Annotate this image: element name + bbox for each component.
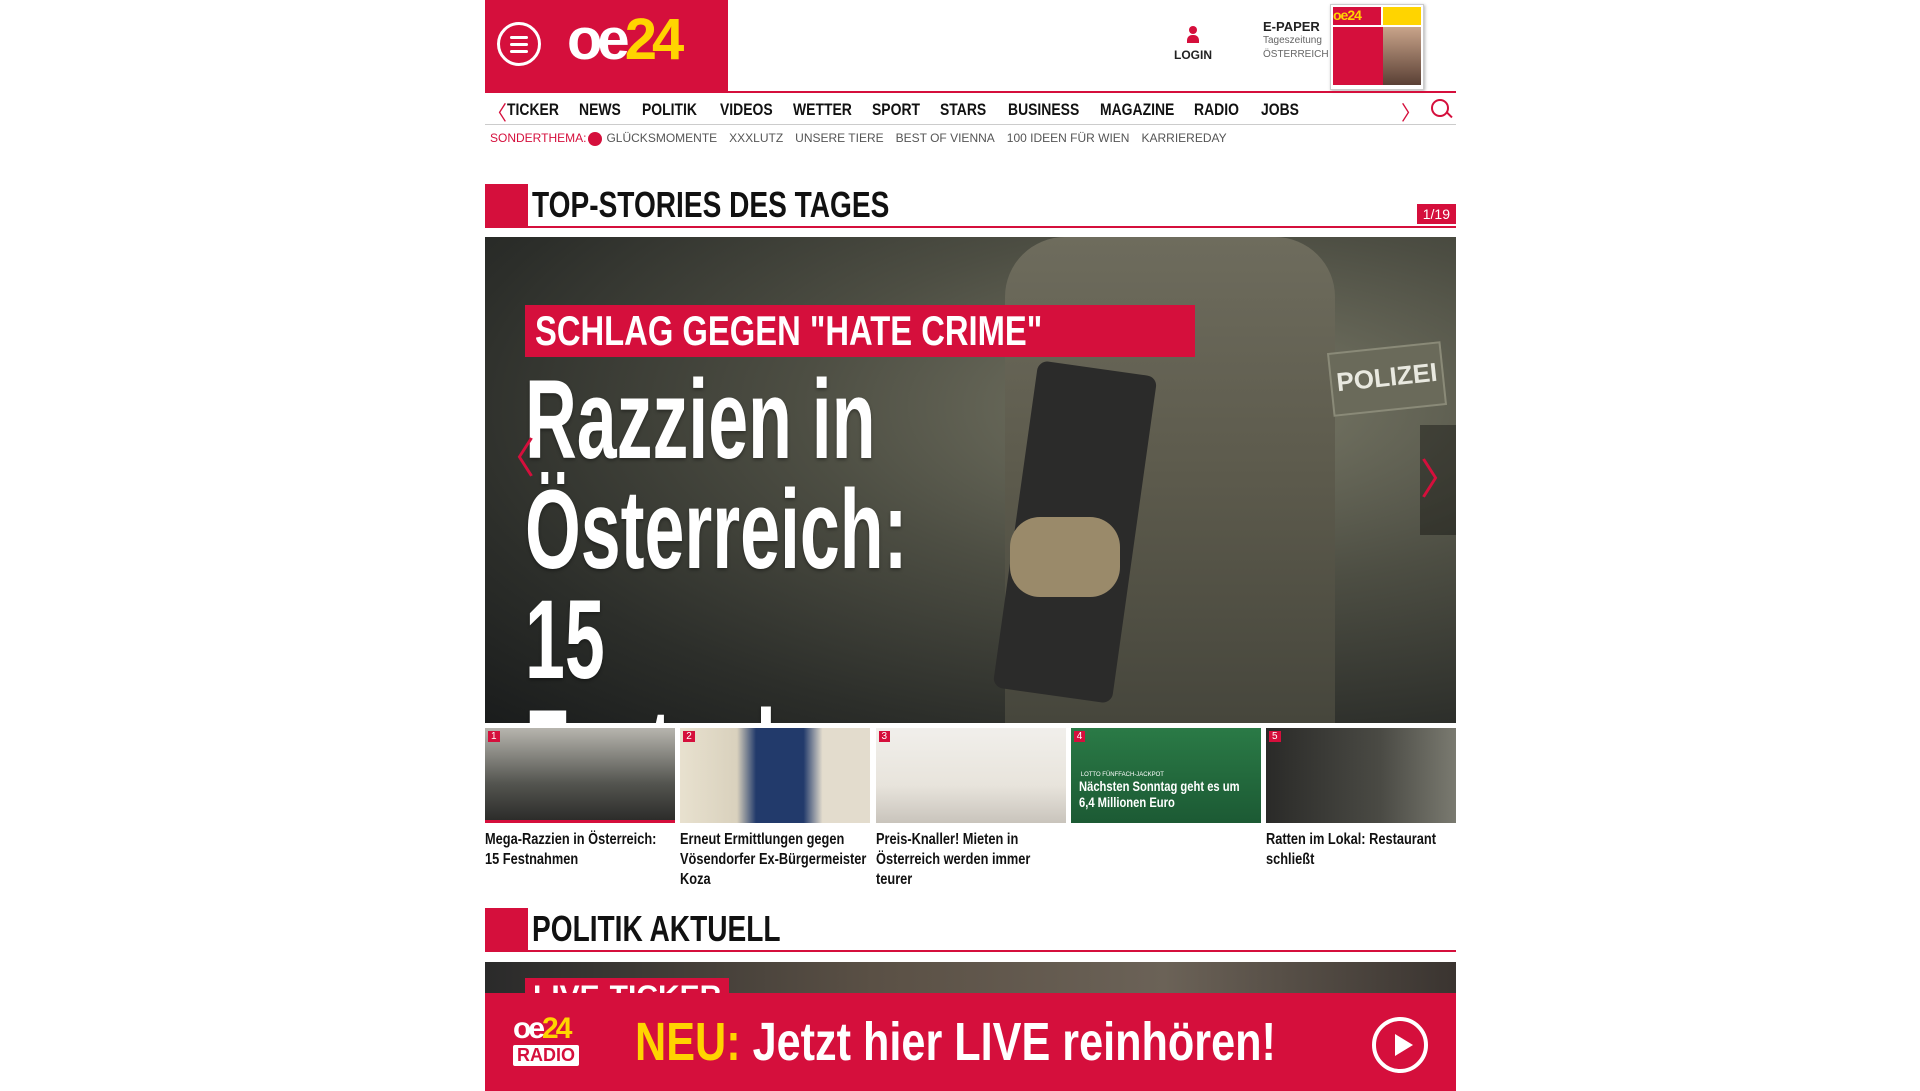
nav-list: TICKER NEWS POLITIK VIDEOS WETTER SPORT … [507,100,1321,120]
play-icon[interactable] [1372,1017,1428,1073]
top-stories-thumbnails: 1 Mega-Razzien in Österreich: 15 Festnah… [485,728,1456,890]
nav-item-radio[interactable]: RADIO [1194,100,1249,120]
thumb-image: 5 [1266,728,1456,823]
subnav-item-best-of-vienna[interactable]: BEST OF VIENNA [896,131,995,146]
epaper-link[interactable]: E-PAPER Tageszeitung ÖSTERREICH [1263,20,1329,62]
thumb-item[interactable]: 5 Ratten im Lokal: Restaurant schließt [1266,728,1456,890]
heart-icon [588,132,603,146]
thumb-caption[interactable]: Erneut Ermittlungen gegen Vösendorfer Ex… [680,830,868,890]
hamburger-menu-icon[interactable] [497,22,541,66]
user-icon [1187,26,1199,44]
hero-headline[interactable]: Razzien in Österreich: 15 Festnahmen [525,364,973,724]
thumb-image: 2 [680,728,871,823]
subnav: SONDERTHEMA: GLÜCKSMOMENTE XXXLUTZ UNSER… [490,131,1239,146]
radio-banner[interactable]: oe24 RADIO NEU: Jetzt hier LIVE reinhöre… [485,993,1456,1091]
epaper-cover-thumbnail[interactable]: oe24 [1330,4,1424,90]
subnav-item-gluecksmomente[interactable]: GLÜCKSMOMENTE [606,131,717,146]
nav-prev-icon[interactable]: 〈 [487,97,507,126]
nav-item-stars[interactable]: STARS [940,100,996,120]
nav-item-politik[interactable]: POLITIK [642,100,706,120]
thumb-caption[interactable]: Preis-Knaller! Mieten in Österreich werd… [876,830,1064,890]
slider-prev-icon[interactable]: 〈 [493,425,535,486]
nav-item-sport[interactable]: SPORT [872,100,928,120]
nav-item-jobs[interactable]: JOBS [1261,100,1310,120]
search-icon[interactable] [1431,99,1449,117]
subnav-item-unsere-tiere[interactable]: UNSERE TIERE [795,131,883,146]
epaper-line1: Tageszeitung [1263,35,1322,46]
nav-item-videos[interactable]: VIDEOS [720,100,780,120]
radio-banner-text[interactable]: NEU: Jetzt hier LIVE reinhören! [635,1011,1276,1073]
top-stories-title: TOP-STORIES DES TAGES [532,184,890,225]
thumb-caption[interactable]: Ratten im Lokal: Restaurant schließt [1266,830,1454,870]
subnav-item-xxxlutz[interactable]: XXXLUTZ [729,131,783,146]
thumb-item[interactable]: 2 Erneut Ermittlungen gegen Vösendorfer … [680,728,871,890]
nav-item-magazine[interactable]: MAGAZINE [1100,100,1177,120]
nav-item-ticker[interactable]: TICKER [507,100,566,120]
hero-image-patch: POLIZEI [1326,341,1448,417]
hero-kicker: SCHLAG GEGEN "HATE CRIME" [525,305,1196,357]
subnav-item-100-ideen[interactable]: 100 IDEEN FÜR WIEN [1007,131,1130,146]
top-stories-header: TOP-STORIES DES TAGES 1/19 [485,184,1456,228]
login-button[interactable]: LOGIN [1165,26,1221,62]
login-label: LOGIN [1174,48,1212,62]
thumb-item[interactable]: 1 Mega-Razzien in Österreich: 15 Festnah… [485,728,675,890]
page: oe24 LOGIN E-PAPER Tageszeitung ÖSTERREI… [485,0,1456,1091]
subnav-item-karriereday[interactable]: KARRIEREDAY [1141,131,1226,146]
thumb-item[interactable]: 4 LOTTO FÜNFFACH-JACKPOT Nächsten Sonnta… [1070,728,1261,890]
thumb-image: 1 [485,728,675,823]
nav-item-news[interactable]: NEWS [579,100,631,120]
thumb-image: 4 LOTTO FÜNFFACH-JACKPOT Nächsten Sonnta… [1070,728,1261,823]
subnav-lead: SONDERTHEMA: [490,131,587,145]
slider-next-icon[interactable]: 〉 [1420,425,1456,535]
nav-next-icon[interactable]: 〉 [1401,97,1421,126]
thumb-image: 3 [875,728,1066,823]
epaper-title: E-PAPER [1263,19,1320,34]
radio-logo: oe24 RADIO [513,1014,603,1075]
main-nav: 〈 TICKER NEWS POLITIK VIDEOS WETTER SPOR… [485,91,1456,125]
logo-block[interactable]: oe24 [485,0,728,91]
nav-item-business[interactable]: BUSINESS [1008,100,1083,120]
epaper-line2: ÖSTERREICH [1263,49,1329,60]
site-logo[interactable]: oe24 [567,6,684,73]
nav-item-wetter[interactable]: WETTER [793,100,858,120]
thumb-overlay-text: Nächsten Sonntag geht es um 6,4 Millione… [1078,778,1240,810]
thumb-item[interactable]: 3 Preis-Knaller! Mieten in Österreich we… [875,728,1066,890]
slide-counter: 1/19 [1416,204,1456,224]
politik-title: POLITIK AKTUELL [532,908,781,949]
hero-slide[interactable]: POLIZEI SCHLAG GEGEN "HATE CRIME" Razzie… [485,237,1456,723]
thumb-caption[interactable]: Mega-Razzien in Österreich: 15 Festnahme… [485,830,673,870]
politik-header: POLITIK AKTUELL [485,908,1456,952]
